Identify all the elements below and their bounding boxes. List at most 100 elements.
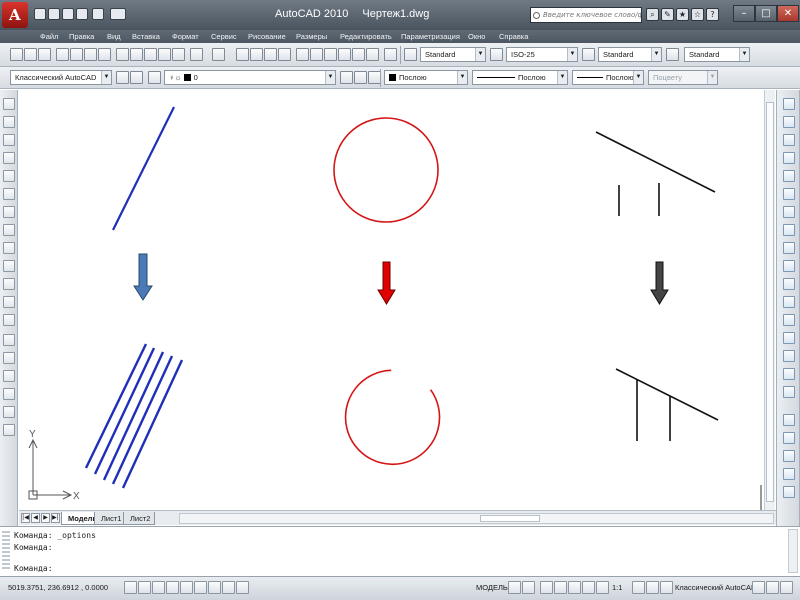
hatch-icon[interactable] — [3, 352, 15, 364]
menu-window[interactable]: Окно — [468, 32, 485, 41]
workspace-settings-icon[interactable] — [116, 71, 129, 84]
construction-line-icon[interactable] — [3, 116, 15, 128]
first-tab-icon[interactable]: |◀ — [21, 513, 30, 523]
menu-modify[interactable]: Редактировать — [340, 32, 392, 41]
black-cutting-edge-bottom[interactable] — [615, 368, 719, 421]
grid-display-icon[interactable] — [138, 581, 151, 594]
text-style-combo[interactable]: Standard ▼ — [420, 47, 486, 62]
multileader-style-combo[interactable]: Standard ▼ — [684, 47, 750, 62]
next-tab-icon[interactable]: ▶ — [41, 513, 50, 523]
zoom-window-icon[interactable] — [264, 48, 277, 61]
redo-tool-icon[interactable] — [212, 48, 225, 61]
last-tab-icon[interactable]: ▶| — [51, 513, 60, 523]
extend-icon[interactable] — [783, 278, 795, 290]
polygon-icon[interactable] — [3, 152, 15, 164]
communication-icon[interactable]: ★ — [676, 8, 689, 21]
break-icon[interactable] — [783, 314, 795, 326]
steering-wheel-icon[interactable] — [568, 581, 581, 594]
drawing-area[interactable]: Y X — [19, 90, 764, 510]
help-icon[interactable]: ? — [706, 8, 719, 21]
blue-source-line[interactable] — [112, 106, 175, 231]
save-icon[interactable] — [62, 8, 74, 20]
layer-previous-icon[interactable] — [354, 71, 367, 84]
undo-icon[interactable] — [76, 8, 88, 20]
open-icon[interactable] — [48, 8, 60, 20]
minimize-button[interactable]: – — [733, 5, 755, 22]
object-snap-icon[interactable] — [180, 581, 193, 594]
command-input[interactable]: Команда: — [14, 564, 53, 573]
table-style-combo[interactable]: Standard ▼ — [598, 47, 662, 62]
move-icon[interactable] — [783, 188, 795, 200]
tool-palettes-icon[interactable] — [324, 48, 337, 61]
region-icon[interactable] — [3, 388, 15, 400]
erase-icon[interactable] — [783, 98, 795, 110]
command-scrollbar[interactable] — [788, 529, 798, 573]
menu-parametric[interactable]: Параметризация — [401, 32, 460, 41]
showmotion-icon[interactable] — [582, 581, 595, 594]
rotate-icon[interactable] — [783, 206, 795, 218]
workspace-switch-icon[interactable] — [660, 581, 673, 594]
menu-file[interactable]: Файл — [40, 32, 58, 41]
coordinates-readout[interactable]: 5019.3751, 236.6912 , 0.0000 — [8, 583, 108, 592]
break-at-point-icon[interactable] — [783, 296, 795, 308]
circle-icon[interactable] — [3, 206, 15, 218]
send-back-icon[interactable] — [783, 450, 795, 462]
polar-tracking-icon[interactable] — [166, 581, 179, 594]
zoom-realtime-icon[interactable] — [250, 48, 263, 61]
sheet-set-icon[interactable] — [338, 48, 351, 61]
linetype-combo[interactable]: Послою ▼ — [472, 70, 568, 85]
trim-icon[interactable] — [783, 260, 795, 272]
3d-dwf-icon[interactable] — [98, 48, 111, 61]
vertical-scrollbar[interactable] — [764, 90, 775, 510]
workspace-save-icon[interactable] — [130, 71, 143, 84]
scroll-thumb[interactable] — [766, 102, 774, 502]
block-editor-icon[interactable] — [172, 48, 185, 61]
make-block-icon[interactable] — [3, 314, 15, 326]
spline-icon[interactable] — [3, 242, 15, 254]
layer-manager-icon[interactable] — [148, 71, 161, 84]
print-preview-icon[interactable] — [70, 48, 83, 61]
menu-dimension[interactable]: Размеры — [296, 32, 327, 41]
zoom-previous-icon[interactable] — [278, 48, 291, 61]
offset-icon[interactable] — [783, 152, 795, 164]
point-icon[interactable] — [3, 334, 15, 346]
line-icon[interactable] — [3, 98, 15, 110]
qnew-icon[interactable] — [10, 48, 23, 61]
array-icon[interactable] — [783, 170, 795, 182]
horizontal-scrollbar[interactable] — [179, 513, 774, 524]
workspace-combo[interactable]: Классический AutoCAD ▼ — [10, 70, 112, 85]
undo-tool-icon[interactable] — [190, 48, 203, 61]
explode-icon[interactable] — [783, 386, 795, 398]
make-current-layer-icon[interactable] — [340, 71, 353, 84]
open-file-icon[interactable] — [24, 48, 37, 61]
plot-icon[interactable] — [110, 8, 126, 20]
subscription-icon[interactable]: ✎ — [661, 8, 674, 21]
red-source-circle[interactable] — [333, 117, 439, 223]
menu-edit[interactable]: Правка — [69, 32, 94, 41]
favorites-icon[interactable]: ☆ — [691, 8, 704, 21]
command-grip[interactable] — [2, 531, 10, 571]
lineweight-toggle-icon[interactable] — [236, 581, 249, 594]
stretch-icon[interactable] — [783, 242, 795, 254]
annotation-scale-value[interactable]: 1:1 — [612, 583, 622, 592]
annotation-visibility-icon[interactable] — [632, 581, 645, 594]
redo-icon[interactable] — [92, 8, 104, 20]
mirror-icon[interactable] — [783, 134, 795, 146]
design-center-icon[interactable] — [310, 48, 323, 61]
arc-icon[interactable] — [3, 188, 15, 200]
color-combo[interactable]: Послою ▼ — [384, 70, 468, 85]
draworder-icon[interactable] — [783, 414, 795, 426]
quick-view-drawings-icon[interactable] — [522, 581, 535, 594]
properties-icon[interactable] — [296, 48, 309, 61]
pan-icon[interactable] — [236, 48, 249, 61]
gradient-icon[interactable] — [3, 370, 15, 382]
send-under-icon[interactable] — [783, 486, 795, 498]
cut-icon[interactable] — [116, 48, 129, 61]
trimmed-red-arc[interactable] — [344, 369, 441, 466]
paste-icon[interactable] — [144, 48, 157, 61]
tab-sheet1[interactable]: Лист1 — [94, 512, 127, 525]
black-cutting-edge-top[interactable] — [595, 131, 716, 193]
copy-object-icon[interactable] — [783, 116, 795, 128]
scroll-thumb[interactable] — [480, 515, 540, 522]
multileader-style-icon[interactable] — [666, 48, 679, 61]
